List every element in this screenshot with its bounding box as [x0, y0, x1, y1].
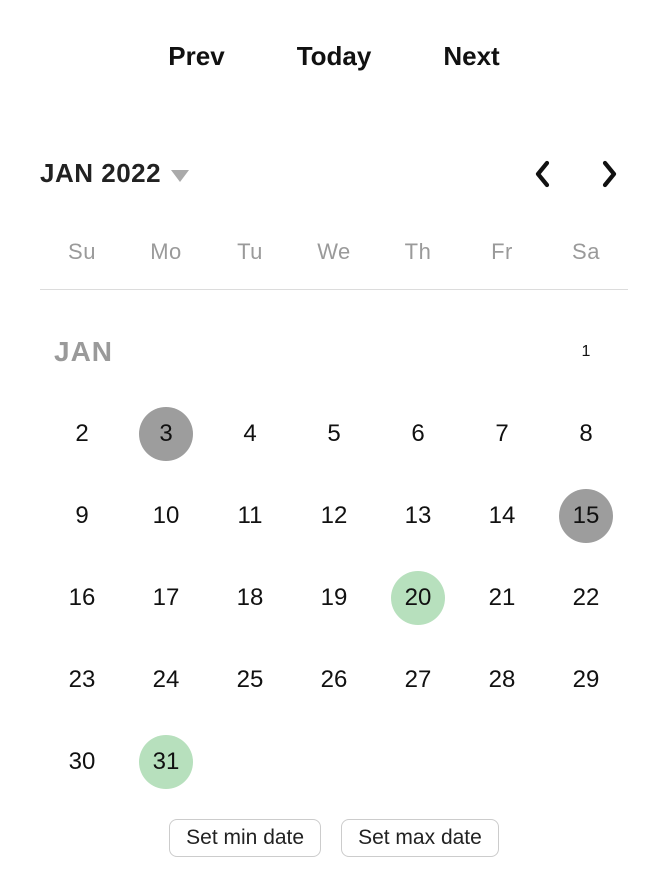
day-number: 24 — [139, 653, 193, 707]
day-cell[interactable]: 20 — [376, 571, 460, 625]
day-number: 23 — [55, 653, 109, 707]
chevron-right-icon — [600, 160, 618, 188]
chevron-left-icon — [534, 160, 552, 188]
day-cell[interactable]: 26 — [292, 653, 376, 707]
day-cell[interactable]: 29 — [544, 653, 628, 707]
weekday-label: Fr — [460, 239, 544, 265]
day-number: 31 — [139, 735, 193, 789]
month-header: JAN 2022 — [40, 158, 628, 195]
first-week-row: JAN 1 — [40, 325, 628, 379]
day-cell — [544, 735, 628, 789]
day-number: 28 — [475, 653, 529, 707]
day-cell[interactable]: 6 — [376, 407, 460, 461]
day-cell — [460, 735, 544, 789]
calendar-widget: Prev Today Next JAN 2022 Su Mo Tu We Th … — [0, 0, 668, 857]
day-cell[interactable]: 23 — [40, 653, 124, 707]
days-grid: 2345678910111213141516171819202122232425… — [40, 407, 628, 789]
day-cell[interactable]: 13 — [376, 489, 460, 543]
day-number: 9 — [55, 489, 109, 543]
set-min-date-button[interactable]: Set min date — [169, 819, 321, 857]
day-number: 4 — [223, 407, 277, 461]
day-cell[interactable]: 31 — [124, 735, 208, 789]
day-cell — [208, 735, 292, 789]
set-max-date-button[interactable]: Set max date — [341, 819, 499, 857]
day-number: 7 — [475, 407, 529, 461]
month-nav-arrows — [534, 160, 628, 188]
day-number: 18 — [223, 571, 277, 625]
day-cell[interactable]: 3 — [124, 407, 208, 461]
weekday-label: Sa — [544, 239, 628, 265]
day-number: 19 — [307, 571, 361, 625]
day-cell[interactable]: 5 — [292, 407, 376, 461]
day-cell[interactable]: 12 — [292, 489, 376, 543]
day-number: 3 — [139, 407, 193, 461]
next-button[interactable]: Next — [437, 40, 505, 73]
day-number: 6 — [391, 407, 445, 461]
day-cell[interactable]: 8 — [544, 407, 628, 461]
day-cell[interactable]: 21 — [460, 571, 544, 625]
day-cell — [376, 735, 460, 789]
day-cell[interactable]: 30 — [40, 735, 124, 789]
day-number: 21 — [475, 571, 529, 625]
weekday-label: Mo — [124, 239, 208, 265]
month-year-label: JAN 2022 — [40, 158, 161, 189]
month-year-select[interactable]: JAN 2022 — [40, 158, 189, 189]
weekday-label: Th — [376, 239, 460, 265]
day-cell[interactable]: 24 — [124, 653, 208, 707]
prev-month-arrow[interactable] — [534, 160, 552, 188]
weekday-label: Su — [40, 239, 124, 265]
day-cell[interactable]: 25 — [208, 653, 292, 707]
day-cell[interactable]: 4 — [208, 407, 292, 461]
day-number: 27 — [391, 653, 445, 707]
day-cell[interactable]: 9 — [40, 489, 124, 543]
weekday-header: Su Mo Tu We Th Fr Sa — [40, 239, 628, 290]
day-cell[interactable]: 17 — [124, 571, 208, 625]
day-number: 22 — [559, 571, 613, 625]
day-number: 8 — [559, 407, 613, 461]
day-number: 29 — [559, 653, 613, 707]
day-number: 13 — [391, 489, 445, 543]
day-cell[interactable]: 7 — [460, 407, 544, 461]
day-cell[interactable]: 16 — [40, 571, 124, 625]
day-cell[interactable]: 18 — [208, 571, 292, 625]
day-number: 11 — [223, 489, 277, 543]
day-number: 15 — [559, 489, 613, 543]
day-cell[interactable]: 15 — [544, 489, 628, 543]
today-button[interactable]: Today — [291, 40, 378, 73]
day-number: 17 — [139, 571, 193, 625]
day-cell[interactable]: 28 — [460, 653, 544, 707]
day-number: 26 — [307, 653, 361, 707]
day-number: 5 — [307, 407, 361, 461]
prev-button[interactable]: Prev — [162, 40, 230, 73]
day-cell — [292, 735, 376, 789]
day-cell[interactable]: 1 — [544, 325, 628, 379]
day-cell[interactable]: 22 — [544, 571, 628, 625]
day-number: 20 — [391, 571, 445, 625]
weekday-label: Tu — [208, 239, 292, 265]
month-inline-label-cell: JAN — [40, 325, 544, 379]
day-cell[interactable]: 10 — [124, 489, 208, 543]
day-number: 30 — [55, 735, 109, 789]
day-number: 25 — [223, 653, 277, 707]
day-number: 16 — [55, 571, 109, 625]
dropdown-triangle-icon — [171, 170, 189, 182]
day-number: 2 — [55, 407, 109, 461]
day-number: 10 — [139, 489, 193, 543]
day-cell[interactable]: 27 — [376, 653, 460, 707]
day-number: 1 — [559, 325, 613, 379]
top-bar: Prev Today Next — [40, 40, 628, 73]
footer-row: Set min date Set max date — [40, 819, 628, 857]
day-cell[interactable]: 2 — [40, 407, 124, 461]
day-number: 12 — [307, 489, 361, 543]
day-cell[interactable]: 11 — [208, 489, 292, 543]
next-month-arrow[interactable] — [600, 160, 618, 188]
weekday-label: We — [292, 239, 376, 265]
day-cell[interactable]: 14 — [460, 489, 544, 543]
month-inline-label: JAN — [40, 336, 113, 368]
day-number: 14 — [475, 489, 529, 543]
day-cell[interactable]: 19 — [292, 571, 376, 625]
